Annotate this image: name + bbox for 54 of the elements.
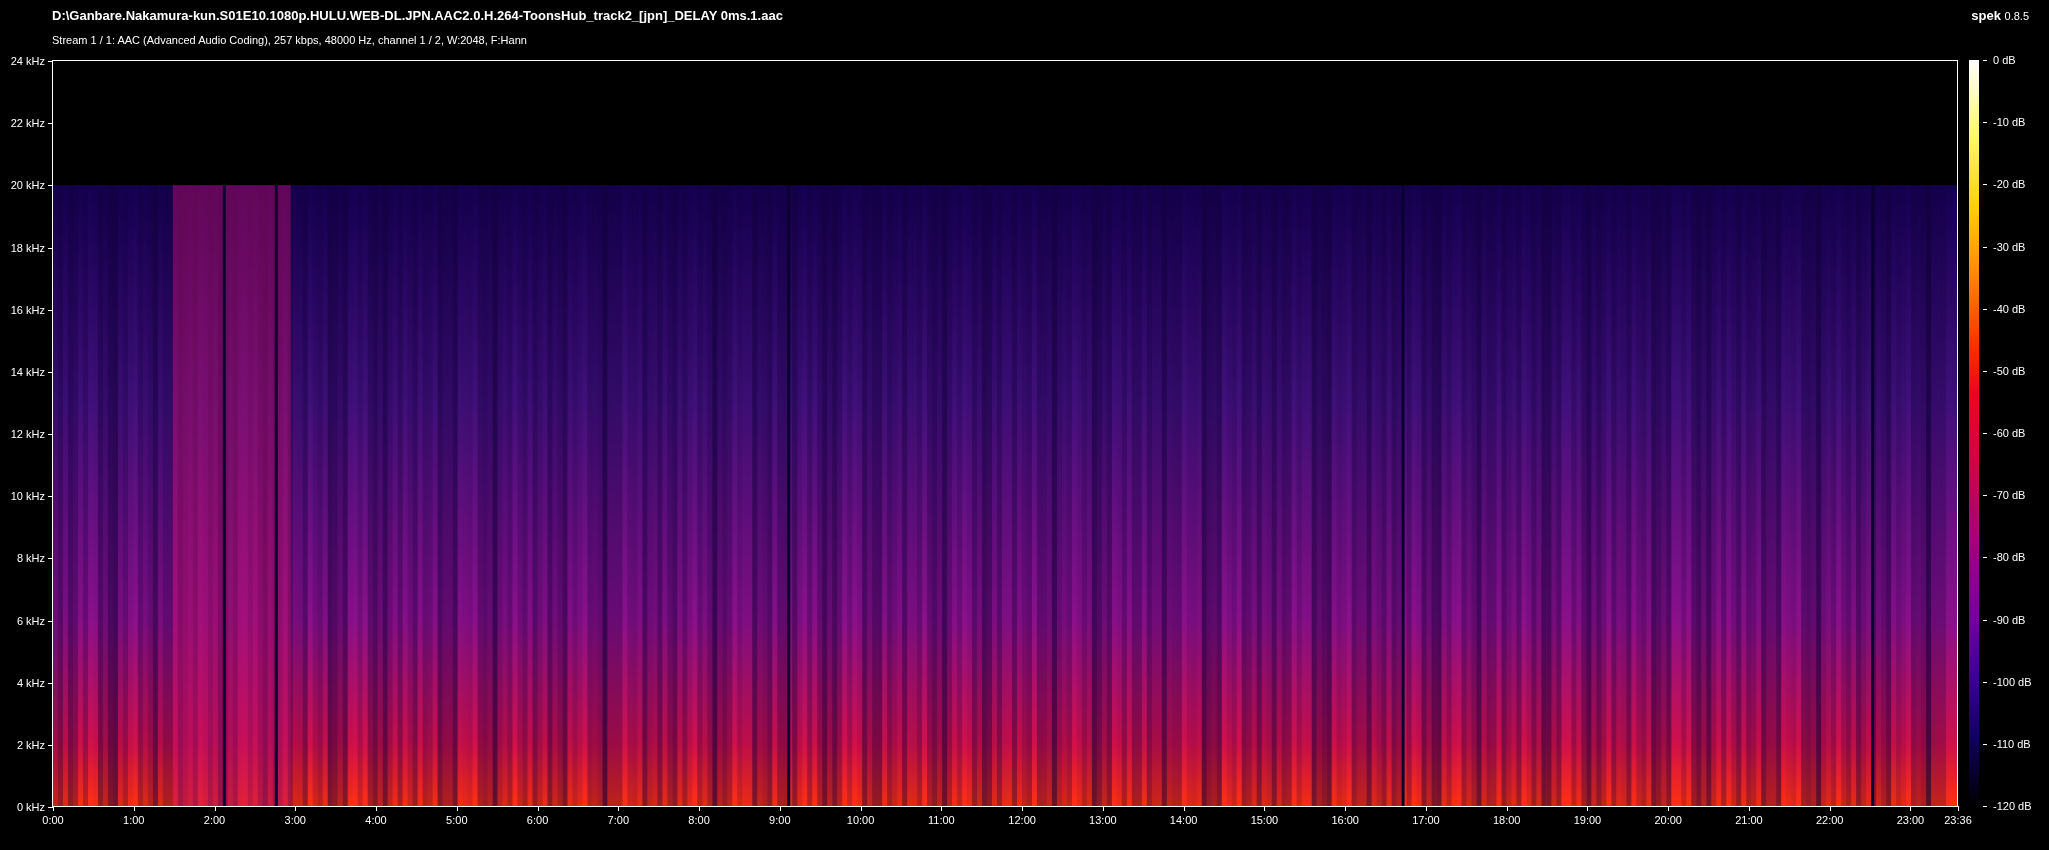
frequency-label: 12 kHz (10, 428, 45, 440)
time-label: 2:00 (203, 814, 226, 826)
time-label: 0:00 (42, 814, 64, 826)
decibel-label: -60 dB (1993, 427, 2026, 439)
frequency-label: 10 kHz (10, 490, 45, 503)
frequency-label: 2 kHz (16, 738, 45, 751)
time-label: 17:00 (1412, 814, 1440, 826)
time-label: 22:00 (1815, 814, 1844, 826)
decibel-label: -70 dB (1993, 489, 2026, 502)
app-version: spek 0.8.5 (1971, 8, 2029, 25)
frequency-label: 8 kHz (16, 552, 45, 565)
time-label: 7:00 (607, 814, 629, 826)
time-label: 20:00 (1654, 814, 1682, 826)
frequency-label: 16 kHz (10, 303, 45, 316)
decibel-label: -110 dB (1993, 737, 2031, 750)
decibel-label: -40 dB (1993, 302, 2026, 315)
time-label: 15:00 (1250, 814, 1279, 826)
time-label: 18:00 (1492, 814, 1521, 826)
time-label: 1:00 (123, 814, 145, 826)
time-label: 10:00 (846, 814, 875, 826)
decibel-label: -20 dB (1993, 178, 2026, 191)
time-label: 23:36 (1944, 814, 1972, 826)
time-label: 16:00 (1331, 814, 1359, 826)
frequency-label: 18 kHz (10, 241, 45, 254)
frequency-label: 0 kHz (16, 801, 45, 813)
time-label: 9:00 (769, 814, 791, 826)
time-label: 11:00 (928, 814, 955, 826)
frequency-label: 24 kHz (10, 55, 45, 67)
frequency-label: 4 kHz (16, 676, 45, 689)
frequency-label: 6 kHz (16, 614, 45, 627)
time-label: 23:00 (1896, 814, 1925, 826)
decibel-label: -80 dB (1993, 551, 2026, 564)
decibel-label: -30 dB (1993, 240, 2026, 253)
frequency-label: 20 kHz (10, 179, 45, 192)
time-label: 13:00 (1089, 814, 1117, 826)
time-label: 14:00 (1169, 814, 1198, 826)
decibel-label: -120 dB (1993, 800, 2032, 812)
time-label: 5:00 (446, 814, 468, 826)
time-label: 19:00 (1573, 814, 1602, 826)
decibel-label: -90 dB (1993, 613, 2026, 626)
decibel-label: -100 dB (1993, 675, 2032, 688)
frequency-label: 14 kHz (10, 365, 45, 378)
decibel-label: 0 dB (1993, 54, 2016, 66)
time-label: 6:00 (526, 814, 549, 826)
time-label: 3:00 (284, 814, 306, 826)
time-label: 12:00 (1008, 814, 1036, 826)
stream-info: Stream 1 / 1: AAC (Advanced Audio Coding), 257 kbps, 48000 Hz, channel 1 / 2, W:2048, F:Hann (51, 33, 528, 48)
time-label: 8:00 (688, 814, 710, 826)
time-label: 21:00 (1735, 814, 1763, 826)
frequency-label: 22 kHz (10, 117, 45, 130)
decibel-label: -50 dB (1993, 364, 2026, 377)
file-path: D:\Ganbare.Nakamura-kun.S01E10.1080p.HULU.WEB-DL.JPN.AAC2.0.H.264-ToonsHub_track2_[jpn]_DELAY 0ms.1.aac (52, 8, 783, 25)
decibel-label: -10 dB (1993, 116, 2026, 129)
time-label: 4:00 (365, 814, 387, 826)
